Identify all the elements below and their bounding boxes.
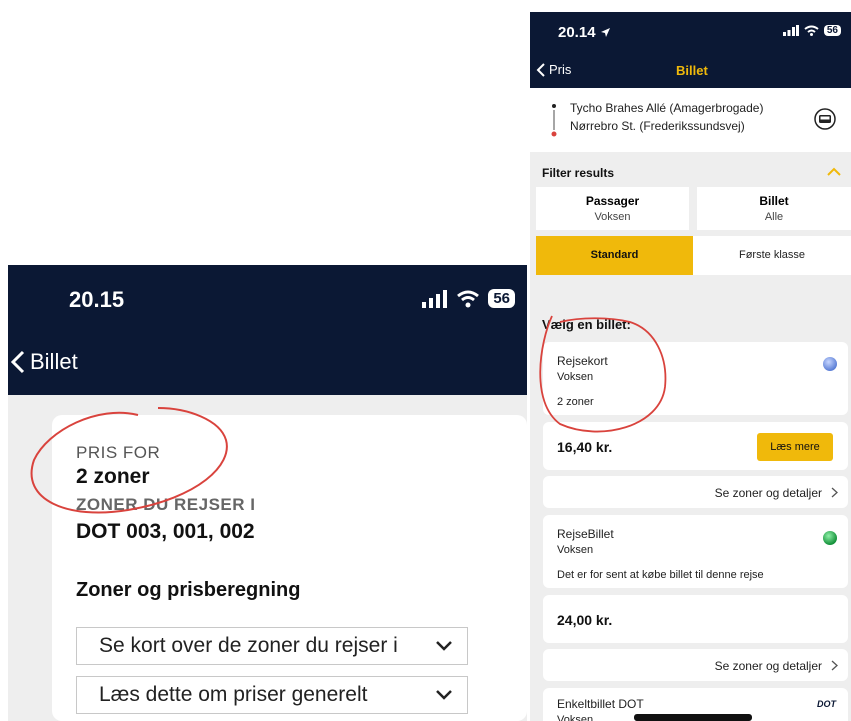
left-screenshot: 20.15 56 Billet PRIS FOR 2 zoner ZONER D… — [8, 265, 527, 721]
annotation-circle — [30, 407, 228, 514]
annotation-circle — [539, 315, 667, 433]
right-screenshot: 20.14 56 Pris Billet Tycho Brahes Allé (… — [530, 12, 851, 721]
